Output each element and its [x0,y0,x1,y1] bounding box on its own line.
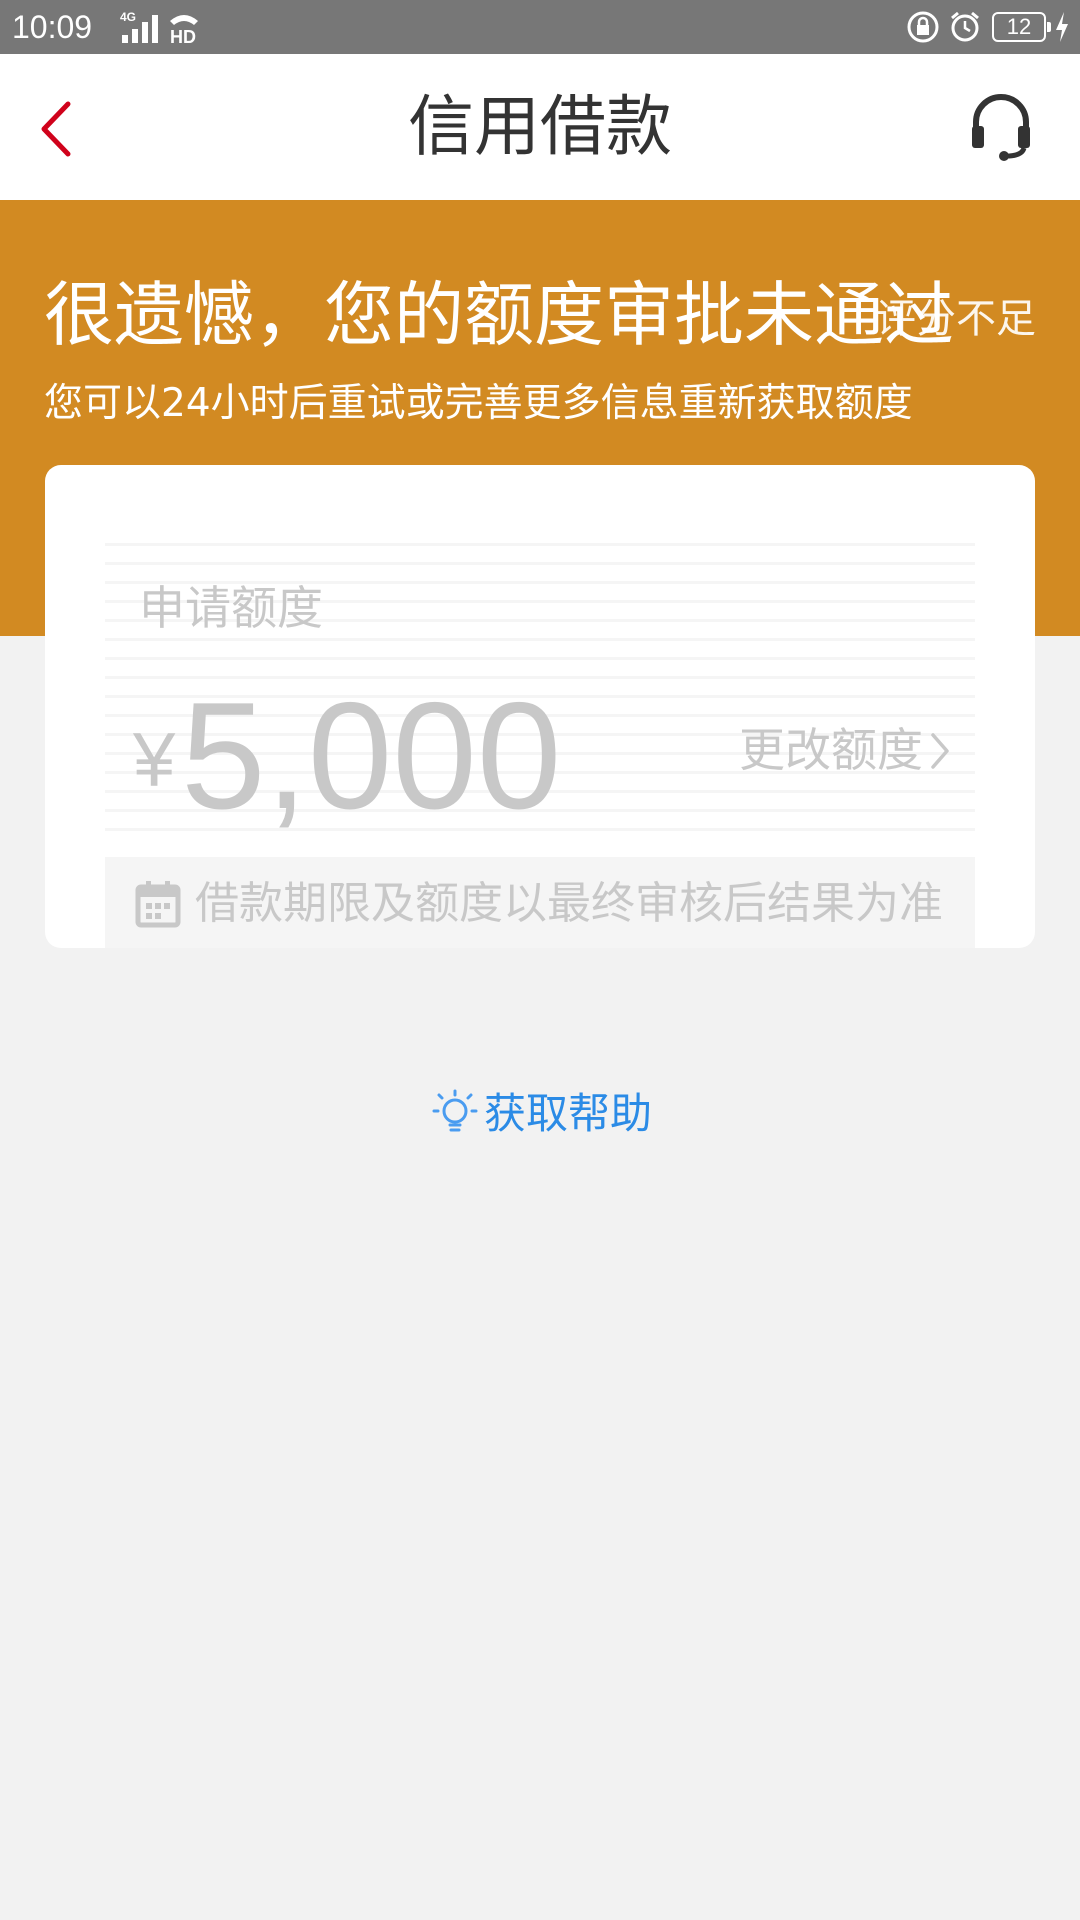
page-title: 信用借款 [408,88,672,165]
volte-hd-icon: HD [170,15,198,45]
battery-level: 12 [992,12,1051,42]
chevron-left-icon [41,101,71,157]
headset-icon [972,94,1030,161]
amount-value: 5,000 [181,671,562,841]
charging-icon [1056,12,1068,42]
rejection-headline: 很遗憾，您的额度审批未通过 [44,274,954,356]
rotation-lock-icon [907,11,939,43]
chevron-right-icon [931,732,949,769]
notice-bar: 借款期限及额度以最终审核后结果为准 [105,857,975,948]
alarm-icon [951,11,979,42]
back-button[interactable] [30,94,90,164]
hd-label: HD [170,27,196,45]
status-bar: 10:09 4G HD 12 [0,0,1080,54]
loan-amount-card: 申请额度 ¥ 5,000 更改额度 借款期限及额度以最终审核后结果为准 [45,465,1035,948]
signal-icon: 4G [120,10,158,43]
retry-hint: 您可以24小时后重试或完善更多信息重新获取额度 [44,381,913,426]
change-amount-button[interactable]: 更改额度 [739,715,953,785]
status-time: 10:09 [12,9,93,45]
apply-amount-label: 申请额度 [139,581,323,635]
get-help-link[interactable]: 获取帮助 [432,1084,652,1144]
calendar-icon [135,881,181,928]
get-help-label: 获取帮助 [484,1089,653,1138]
customer-service-button[interactable] [966,92,1036,162]
currency-symbol: ¥ [133,718,176,803]
network-type: 4G [120,10,136,24]
nav-bar: 信用借款 [0,54,1080,200]
change-amount-label: 更改额度 [739,723,923,777]
lightbulb-icon [432,1089,478,1131]
loan-terms-notice: 借款期限及额度以最终审核后结果为准 [195,878,943,929]
